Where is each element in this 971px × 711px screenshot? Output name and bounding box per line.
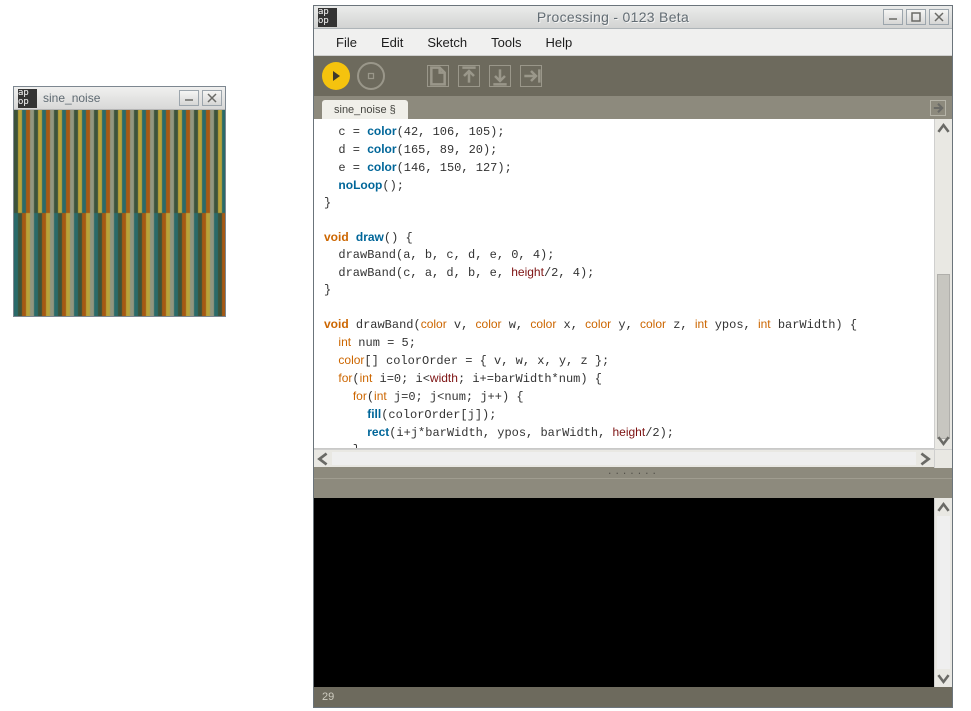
pane-splitter[interactable]: .......	[314, 467, 952, 478]
sketch-app-icon: ap op	[18, 89, 37, 108]
close-button[interactable]	[202, 90, 222, 106]
sketch-titlebar[interactable]: ap op sine_noise	[14, 87, 225, 110]
ide-window: ap op Processing - 0123 Beta File Edit S…	[313, 5, 953, 708]
console-area	[314, 498, 952, 687]
scroll-left-arrow-icon[interactable]	[314, 450, 332, 468]
menu-sketch[interactable]: Sketch	[415, 35, 479, 50]
ide-title: Processing - 0123 Beta	[343, 10, 883, 24]
editor-horizontal-scrollbar[interactable]	[314, 449, 952, 467]
code-editor[interactable]: c = color(42, 106, 105); d = color(165, …	[314, 119, 934, 449]
minimize-button[interactable]	[179, 90, 199, 106]
status-bar: 29	[314, 687, 952, 707]
sketch-canvas	[14, 110, 225, 316]
stop-button[interactable]	[357, 62, 385, 90]
scrollbar-thumb[interactable]	[937, 516, 950, 669]
toolbar	[314, 56, 952, 96]
open-button[interactable]	[458, 65, 480, 87]
console-vertical-scrollbar[interactable]	[934, 498, 952, 687]
maximize-button[interactable]	[906, 9, 926, 25]
ide-app-icon: ap op	[318, 8, 337, 27]
minimize-button[interactable]	[883, 9, 903, 25]
menu-tools[interactable]: Tools	[479, 35, 533, 50]
close-button[interactable]	[929, 9, 949, 25]
sketch-output-window: ap op sine_noise	[13, 86, 226, 317]
tab-sine-noise[interactable]: sine_noise §	[322, 100, 408, 119]
scrollbar-corner	[934, 450, 952, 468]
editor-area: c = color(42, 106, 105); d = color(165, …	[314, 119, 952, 449]
scrollbar-track[interactable]	[332, 450, 916, 467]
new-tab-button[interactable]	[930, 100, 946, 116]
save-button[interactable]	[489, 65, 511, 87]
tabbar: sine_noise §	[314, 96, 952, 119]
scrollbar-thumb[interactable]	[332, 452, 916, 465]
new-sketch-button[interactable]	[427, 65, 449, 87]
scroll-right-arrow-icon[interactable]	[916, 450, 934, 468]
line-number: 29	[322, 691, 334, 703]
code-text[interactable]: c = color(42, 106, 105); d = color(165, …	[314, 119, 934, 449]
message-bar	[314, 478, 952, 498]
menu-edit[interactable]: Edit	[369, 35, 415, 50]
menubar: File Edit Sketch Tools Help	[314, 29, 952, 56]
console-output[interactable]	[314, 498, 934, 687]
sketch-title: sine_noise	[43, 91, 179, 105]
ide-titlebar[interactable]: ap op Processing - 0123 Beta	[314, 6, 952, 29]
export-button[interactable]	[520, 65, 542, 87]
menu-file[interactable]: File	[324, 35, 369, 50]
scroll-down-arrow-icon[interactable]	[935, 669, 952, 687]
editor-vertical-scrollbar[interactable]	[934, 119, 952, 449]
menu-help[interactable]: Help	[533, 35, 584, 50]
scroll-up-arrow-icon[interactable]	[935, 119, 952, 137]
run-button[interactable]	[322, 62, 350, 90]
scroll-up-arrow-icon[interactable]	[935, 498, 952, 516]
scrollbar-thumb[interactable]	[937, 274, 950, 439]
scroll-down-arrow-icon[interactable]	[935, 431, 952, 449]
